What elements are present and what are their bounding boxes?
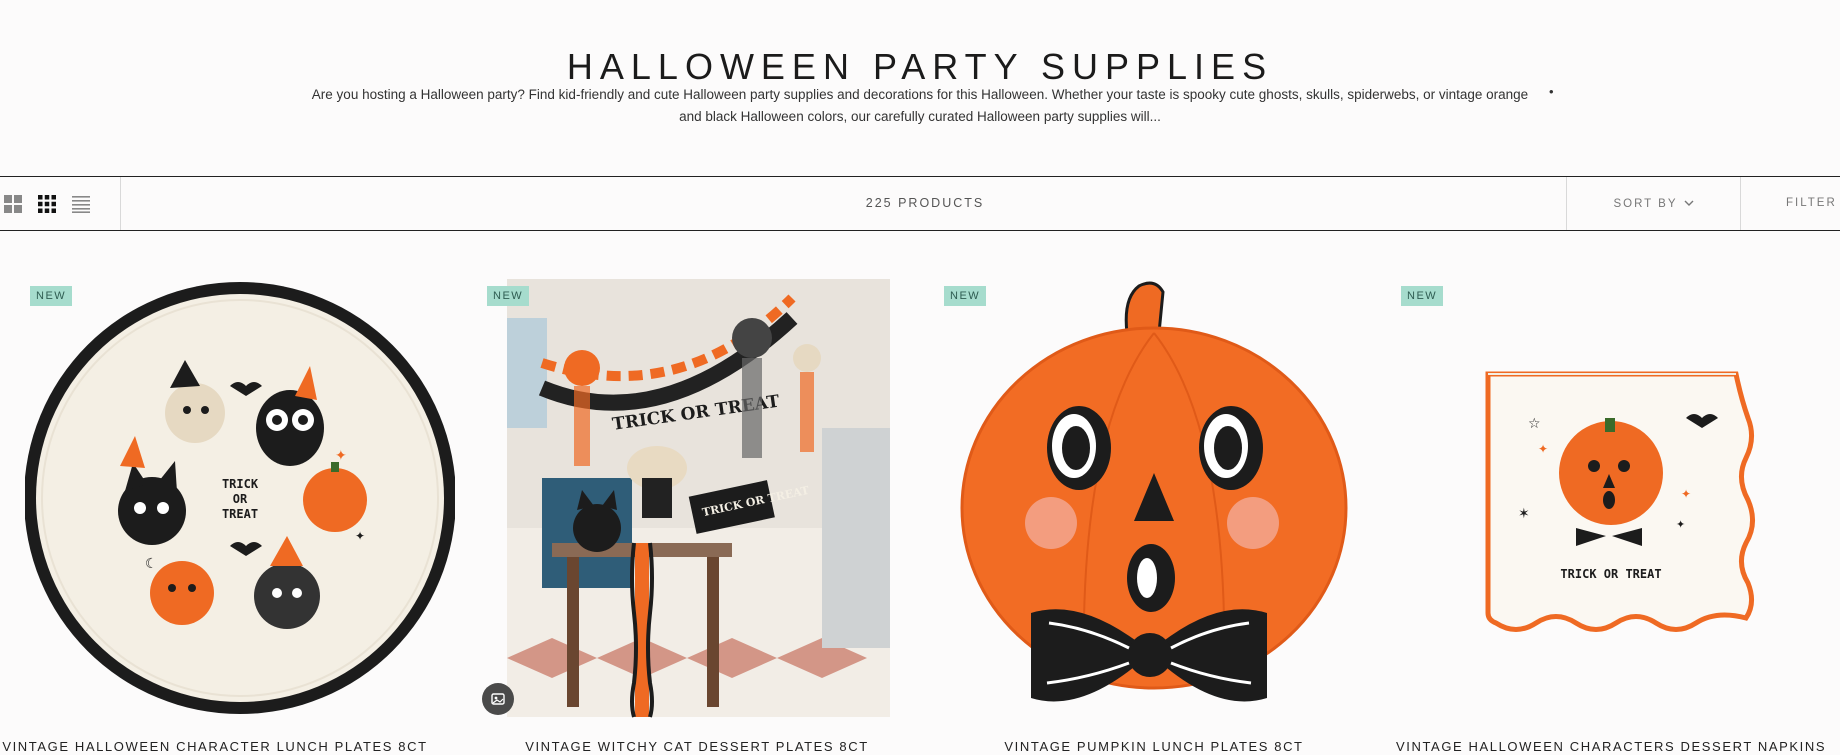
sort-by-dropdown[interactable]: SORT BY bbox=[1566, 177, 1741, 230]
page-title: HALLOWEEN PARTY SUPPLIES bbox=[566, 46, 1274, 88]
read-more-dot[interactable]: • bbox=[1549, 84, 1554, 99]
napkin-text: TRICK OR TREAT bbox=[1560, 567, 1661, 581]
grid-small-icon[interactable] bbox=[38, 195, 56, 213]
chevron-down-icon bbox=[1684, 200, 1694, 206]
sort-by-label: SORT BY bbox=[1613, 197, 1678, 210]
product-title[interactable]: VINTAGE WITCHY CAT DESSERT PLATES 8CT bbox=[482, 739, 912, 754]
product-count: 225 PRODUCTS bbox=[865, 196, 985, 210]
new-badge: NEW bbox=[944, 286, 987, 306]
product-title[interactable]: VINTAGE HALLOWEEN CHARACTER LUNCH PLATES… bbox=[0, 739, 430, 754]
svg-text:TREAT: TREAT bbox=[222, 507, 258, 521]
view-switcher bbox=[0, 177, 121, 230]
svg-text:☾: ☾ bbox=[145, 555, 158, 571]
svg-text:✦: ✦ bbox=[335, 447, 347, 463]
product-title[interactable]: VINTAGE HALLOWEEN CHARACTERS DESSERT NAP… bbox=[1396, 739, 1826, 754]
kitchen-party-scene-image[interactable]: TRICK OR TREAT TRICK OR TREAT bbox=[482, 278, 912, 718]
collection-toolbar: 225 PRODUCTS SORT BY FILTER bbox=[0, 176, 1840, 231]
pumpkin-napkin-image[interactable]: ☆ ✦ ✶ ✦ ✦ TRICK OR TREAT bbox=[1396, 278, 1826, 718]
svg-text:✦: ✦ bbox=[355, 529, 365, 543]
product-title[interactable]: VINTAGE PUMPKIN LUNCH PLATES 8CT bbox=[939, 739, 1369, 754]
product-card[interactable]: NEW VINTAGE PUMPKIN LUNCH PLATES 8CT bbox=[939, 270, 1369, 755]
product-card[interactable]: ☆ ✦ ✶ ✦ ✦ TRICK OR TREAT NEW VINTAGE HAL… bbox=[1396, 270, 1826, 755]
svg-text:✦: ✦ bbox=[1676, 519, 1685, 531]
product-card[interactable]: TRICK OR TREAT ✦ ✦ ☾ NEW VINTAGE HALLOWE… bbox=[2, 270, 455, 755]
new-badge: NEW bbox=[1401, 286, 1444, 306]
product-card[interactable]: TRICK OR TREAT TRICK OR TREAT NEW VINTAG… bbox=[482, 270, 912, 755]
list-icon[interactable] bbox=[72, 195, 90, 213]
svg-text:✶: ✶ bbox=[1518, 505, 1530, 521]
collection-description: Are you hosting a Halloween party? Find … bbox=[311, 87, 1529, 124]
pumpkin-plate-image[interactable] bbox=[939, 278, 1369, 718]
image-icon bbox=[491, 693, 505, 705]
svg-text:✦: ✦ bbox=[1681, 487, 1691, 501]
new-badge: NEW bbox=[30, 286, 73, 306]
svg-text:✦: ✦ bbox=[1538, 442, 1548, 456]
image-zoom-button[interactable] bbox=[482, 683, 514, 715]
grid-large-icon[interactable] bbox=[4, 195, 22, 213]
character-plate-image[interactable]: TRICK OR TREAT ✦ ✦ ☾ bbox=[25, 278, 455, 718]
new-badge: NEW bbox=[487, 286, 530, 306]
svg-text:OR: OR bbox=[233, 492, 248, 506]
svg-text:☆: ☆ bbox=[1528, 415, 1541, 431]
filter-button[interactable]: FILTER bbox=[1786, 177, 1837, 230]
svg-text:TRICK: TRICK bbox=[222, 477, 259, 491]
